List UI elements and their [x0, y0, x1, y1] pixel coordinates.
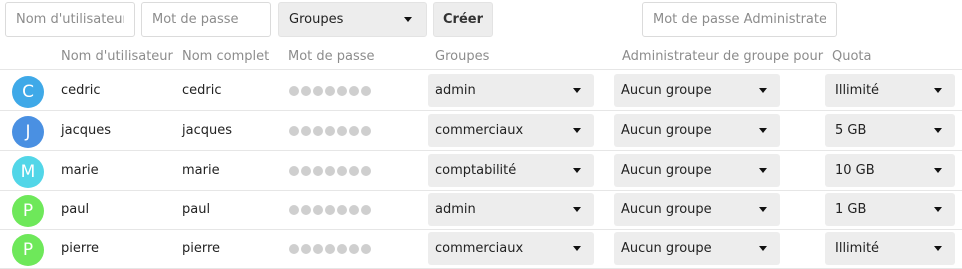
chevron-down-icon	[759, 168, 767, 173]
groups-select-value: commerciaux	[435, 241, 524, 256]
new-user-groups-select[interactable]: Groupes	[278, 2, 427, 37]
password-field[interactable]	[289, 166, 371, 176]
group-admin-select[interactable]: Aucun groupe	[614, 193, 780, 226]
quota-select[interactable]: 10 GB	[825, 154, 955, 187]
group-admin-select[interactable]: Aucun groupe	[614, 154, 780, 187]
quota-select[interactable]: 5 GB	[825, 114, 955, 147]
password-field[interactable]	[289, 244, 371, 254]
new-username-input[interactable]	[5, 2, 135, 37]
fullname-cell[interactable]: jacques	[182, 123, 232, 138]
groups-select-label: Groupes	[289, 12, 344, 27]
chevron-down-icon	[573, 128, 581, 133]
header-quota: Quota	[832, 49, 872, 64]
fullname-cell[interactable]: pierre	[182, 241, 220, 256]
password-field[interactable]	[289, 86, 371, 96]
quota-select-value: Illimité	[835, 83, 880, 98]
group-admin-select[interactable]: Aucun groupe	[614, 114, 780, 147]
avatar: M	[12, 156, 44, 188]
table-header: Nom d'utilisateur Nom complet Mot de pas…	[0, 42, 962, 70]
username-cell: marie	[61, 163, 99, 178]
quota-select-value: 1 GB	[835, 202, 867, 217]
chevron-down-icon	[573, 88, 581, 93]
chevron-down-icon	[934, 88, 942, 93]
fullname-cell[interactable]: marie	[182, 163, 220, 178]
groups-select[interactable]: admin	[428, 74, 594, 107]
quota-select[interactable]: Illimité	[825, 232, 955, 265]
chevron-down-icon	[759, 88, 767, 93]
groups-select[interactable]: commerciaux	[428, 114, 594, 147]
group-admin-select[interactable]: Aucun groupe	[614, 74, 780, 107]
groups-select[interactable]: comptabilité	[428, 154, 594, 187]
quota-select[interactable]: Illimité	[825, 74, 955, 107]
new-password-input[interactable]	[141, 2, 271, 37]
group-admin-select[interactable]: Aucun groupe	[614, 232, 780, 265]
table-row: P pierre pierre commerciaux Aucun groupe…	[0, 229, 962, 269]
quota-select-value: 5 GB	[835, 123, 867, 138]
header-group-admin: Administrateur de groupe pour	[622, 49, 824, 64]
chevron-down-icon	[934, 246, 942, 251]
chevron-down-icon	[573, 207, 581, 212]
quota-select[interactable]: 1 GB	[825, 193, 955, 226]
group-admin-select-value: Aucun groupe	[621, 83, 712, 98]
groups-select-value: commerciaux	[435, 123, 524, 138]
quota-select-value: Illimité	[835, 241, 880, 256]
admin-password-input[interactable]	[642, 2, 837, 37]
quota-select-value: 10 GB	[835, 163, 875, 178]
groups-select-value: admin	[435, 83, 476, 98]
groups-select-value: admin	[435, 202, 476, 217]
chevron-down-icon	[934, 128, 942, 133]
table-row: M marie marie comptabilité Aucun groupe …	[0, 151, 962, 191]
password-field[interactable]	[289, 205, 371, 215]
chevron-down-icon	[934, 207, 942, 212]
group-admin-select-value: Aucun groupe	[621, 202, 712, 217]
chevron-down-icon	[573, 246, 581, 251]
chevron-down-icon	[404, 17, 412, 22]
fullname-cell[interactable]: paul	[182, 202, 210, 217]
chevron-down-icon	[759, 246, 767, 251]
username-cell: pierre	[61, 241, 100, 256]
username-cell: cedric	[61, 83, 101, 98]
groups-select[interactable]: admin	[428, 193, 594, 226]
chevron-down-icon	[573, 168, 581, 173]
table-row: C cedric cedric admin Aucun groupe Illim…	[0, 71, 962, 111]
avatar: P	[12, 234, 44, 266]
avatar: C	[12, 76, 44, 108]
chevron-down-icon	[759, 128, 767, 133]
header-groups: Groupes	[435, 49, 490, 64]
table-row: P paul paul admin Aucun groupe 1 GB	[0, 190, 962, 230]
header-fullname: Nom complet	[182, 49, 270, 64]
new-user-form: Groupes Créer	[0, 0, 962, 42]
avatar: P	[12, 195, 44, 227]
group-admin-select-value: Aucun groupe	[621, 241, 712, 256]
username-cell: paul	[61, 202, 90, 217]
header-password: Mot de passe	[288, 49, 375, 64]
avatar: J	[12, 116, 44, 148]
header-username: Nom d'utilisateur	[61, 49, 173, 64]
group-admin-select-value: Aucun groupe	[621, 163, 712, 178]
username-cell: jacques	[61, 123, 111, 138]
groups-select[interactable]: commerciaux	[428, 232, 594, 265]
table-row: J jacques jacques commerciaux Aucun grou…	[0, 111, 962, 151]
chevron-down-icon	[759, 207, 767, 212]
password-field[interactable]	[289, 126, 371, 136]
chevron-down-icon	[934, 168, 942, 173]
groups-select-value: comptabilité	[435, 163, 517, 178]
group-admin-select-value: Aucun groupe	[621, 123, 712, 138]
create-button[interactable]: Créer	[433, 2, 493, 37]
fullname-cell[interactable]: cedric	[182, 83, 222, 98]
